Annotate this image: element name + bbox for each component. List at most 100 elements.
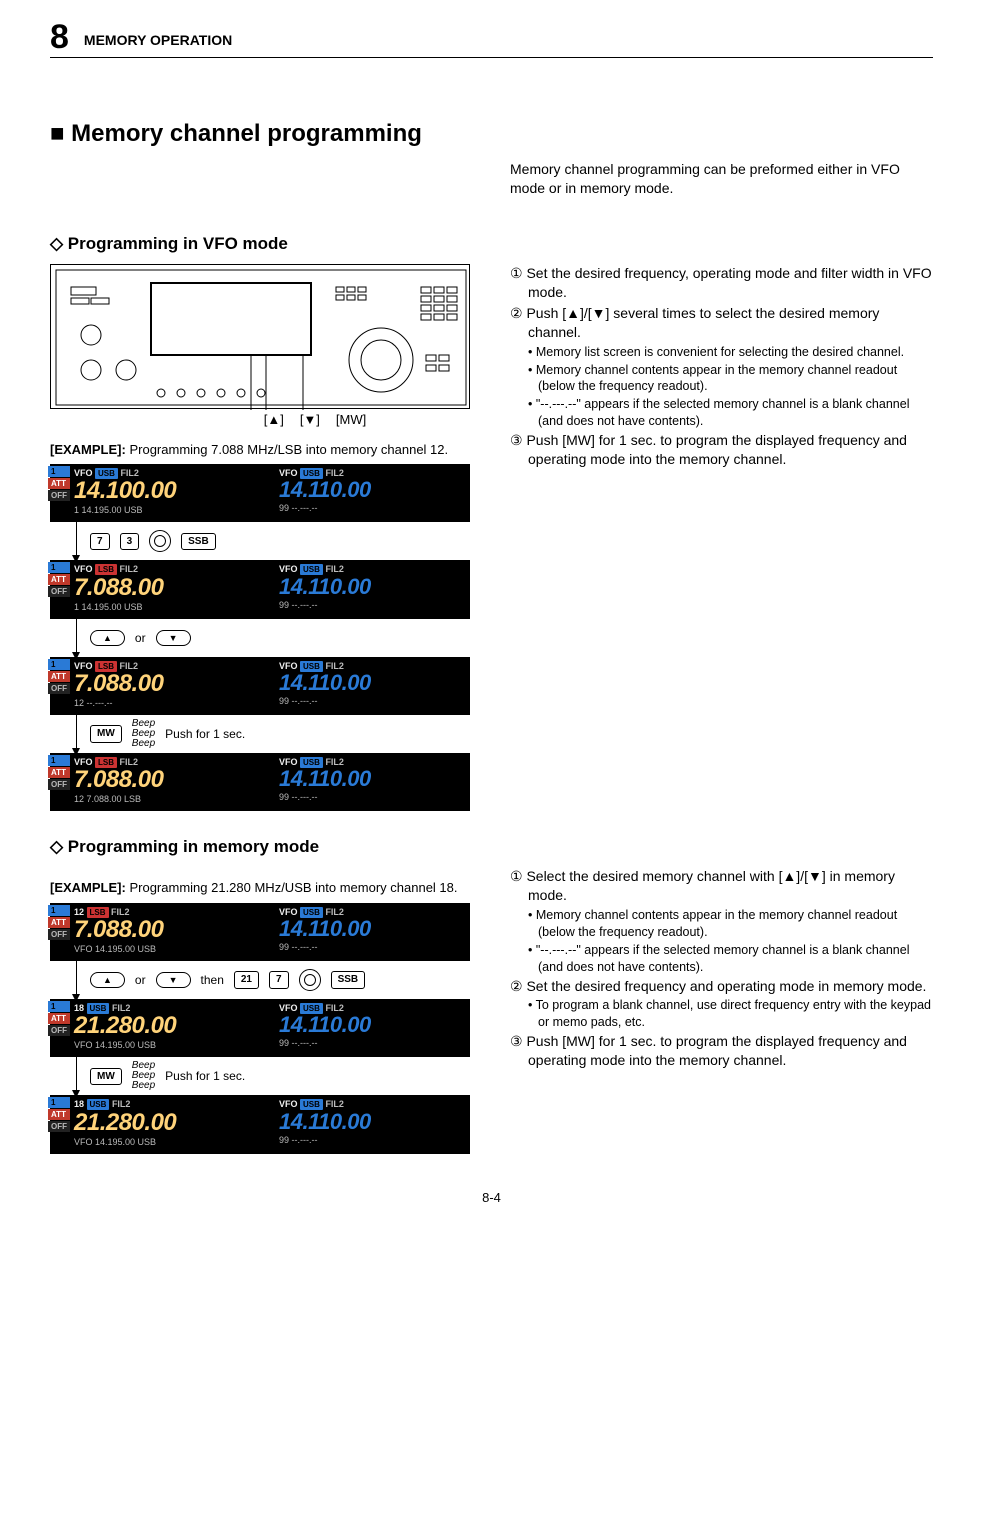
mem-example-label: [EXAMPLE]: [50,880,126,895]
vfo-step-3: MW BeepBeepBeep Push for 1 sec. [50,715,470,753]
badge-att: ATT [48,767,70,778]
vfo-step-text-2: ② Push [▲]/[▼] several times to select t… [510,304,933,342]
vfo-step-text-3: ③ Push [MW] for 1 sec. to program the di… [510,431,933,469]
key-21-button[interactable]: 21 [234,971,259,989]
sub-frequency: 14.110.00 [279,672,464,694]
mem-readout: 99 --.---.-- [279,599,464,611]
sub-frequency: 14.110.00 [279,1111,464,1133]
vfo-instructions: ① Set the desired frequency, operating m… [510,264,933,811]
mem-readout: 99 --.---.-- [279,695,464,707]
badge-1: 1 [48,466,70,477]
ssb-button[interactable]: SSB [331,971,366,989]
main-frequency: 7.088.00 [74,918,259,942]
channel-label: 18 [74,1099,84,1109]
radio-callout-labels: [▲] [▼] [MW] [160,411,470,429]
badge-off: OFF [48,929,70,940]
mem-heading: ◇ Programming in memory mode [50,836,933,859]
mw-button[interactable]: MW [90,1068,122,1086]
up-button[interactable]: ▲ [90,972,125,988]
mem-strip-3: 1 ATT OFF 18 USB FIL2 21.280.00 VFO 14.1… [50,1095,470,1153]
badge-att: ATT [48,478,70,489]
key-7-button[interactable]: 7 [90,533,110,551]
mem-readout: 1 14.195.00 USB [74,504,259,516]
main-frequency: 14.100.00 [74,479,259,503]
filter-label: FIL2 [112,1099,131,1109]
mem-strip-2: 1 ATT OFF 18 USB FIL2 21.280.00 VFO 14.1… [50,999,470,1057]
beep-indicator: BeepBeepBeep [132,1061,155,1091]
mem-readout: VFO 14.195.00 USB [74,1039,259,1051]
mem-readout: 99 --.---.-- [279,1134,464,1146]
mem-bullet-3: • To program a blank channel, use direct… [510,997,933,1031]
mem-step-1: ▲ or ▼ then 21 7 SSB [50,961,470,999]
badge-att: ATT [48,1013,70,1024]
mem-readout: 99 --.---.-- [279,1037,464,1049]
vfo-label: VFO [279,1099,298,1109]
badge-1: 1 [48,659,70,670]
main-heading: ■ Memory channel programming [50,118,933,150]
mem-readout: 99 --.---.-- [279,502,464,514]
mw-button[interactable]: MW [90,725,122,743]
mem-step-2: MW BeepBeepBeep Push for 1 sec. [50,1057,470,1095]
push-instruction: Push for 1 sec. [165,1068,245,1084]
ssb-button[interactable]: SSB [181,533,216,551]
badge-1: 1 [48,1097,70,1108]
key-3-button[interactable]: 3 [120,533,140,551]
sub-frequency: 14.110.00 [279,918,464,940]
up-button[interactable]: ▲ [90,630,125,646]
page-header: 8 MEMORY OPERATION [50,20,933,58]
mem-example-text: Programming 21.280 MHz/USB into memory c… [129,880,457,895]
vfo-bullet-1: • Memory list screen is convenient for s… [510,344,933,361]
vfo-step-text-1: ① Set the desired frequency, operating m… [510,264,933,302]
vfo-strip-4: 1 ATT OFF VFO LSB FIL2 7.088.00 12 7.088… [50,753,470,811]
callout-mw: [MW] [336,411,366,429]
badge-off: OFF [48,1121,70,1132]
vfo-example-text: Programming 7.088 MHz/LSB into memory ch… [129,442,448,457]
down-button[interactable]: ▼ [156,972,191,988]
badge-1: 1 [48,562,70,573]
mem-readout: 1 14.195.00 USB [74,601,259,613]
badge-off: OFF [48,683,70,694]
mem-step-text-3: ③ Push [MW] for 1 sec. to program the di… [510,1032,933,1070]
beep-indicator: BeepBeepBeep [132,719,155,749]
page-number: 8-4 [50,1189,933,1207]
then-label: then [201,972,224,988]
filter-label: FIL2 [120,564,139,574]
main-frequency: 7.088.00 [74,576,259,600]
tuning-knob-icon[interactable] [149,530,171,552]
mem-strip-1: 1 ATT OFF 12 LSB FIL2 7.088.00 VFO 14.19… [50,903,470,961]
key-7-button[interactable]: 7 [269,971,289,989]
badge-att: ATT [48,917,70,928]
vfo-strip-3: 1 ATT OFF VFO LSB FIL2 7.088.00 12 --.--… [50,657,470,715]
mem-readout: 12 --.---.-- [74,697,259,709]
mem-bullet-1: • Memory channel contents appear in the … [510,907,933,941]
mem-readout: 99 --.---.-- [279,941,464,953]
vfo-heading: ◇ Programming in VFO mode [50,233,933,256]
vfo-example-heading: [EXAMPLE]: Programming 7.088 MHz/LSB int… [50,441,470,459]
mem-step-text-2: ② Set the desired frequency and operatin… [510,977,933,996]
badge-off: OFF [48,490,70,501]
main-frequency: 7.088.00 [74,672,259,696]
badge-1: 1 [48,905,70,916]
badge-att: ATT [48,671,70,682]
push-instruction: Push for 1 sec. [165,726,245,742]
tuning-knob-icon[interactable] [299,969,321,991]
badge-att: ATT [48,574,70,585]
mem-instructions: ① Select the desired memory channel with… [510,867,933,1153]
down-button[interactable]: ▼ [156,630,191,646]
sub-frequency: 14.110.00 [279,479,464,501]
badge-off: OFF [48,1025,70,1036]
vfo-strip-1: 1 ATT OFF VFO USB FIL2 14.100.00 1 14.19… [50,464,470,522]
chapter-number: 8 [50,20,69,54]
callout-up: [▲] [264,411,284,429]
badge-off: OFF [48,779,70,790]
radio-front-panel-diagram [50,264,470,409]
sub-frequency: 14.110.00 [279,768,464,790]
mem-readout: VFO 14.195.00 USB [74,943,259,955]
main-frequency: 7.088.00 [74,768,259,792]
vfo-label: VFO [279,564,298,574]
filter-label: FIL2 [325,1099,344,1109]
mem-readout: 12 7.088.00 LSB [74,793,259,805]
vfo-bullet-2: • Memory channel contents appear in the … [510,362,933,396]
intro-paragraph: Memory channel programming can be prefor… [510,160,933,198]
main-frequency: 21.280.00 [74,1111,259,1135]
